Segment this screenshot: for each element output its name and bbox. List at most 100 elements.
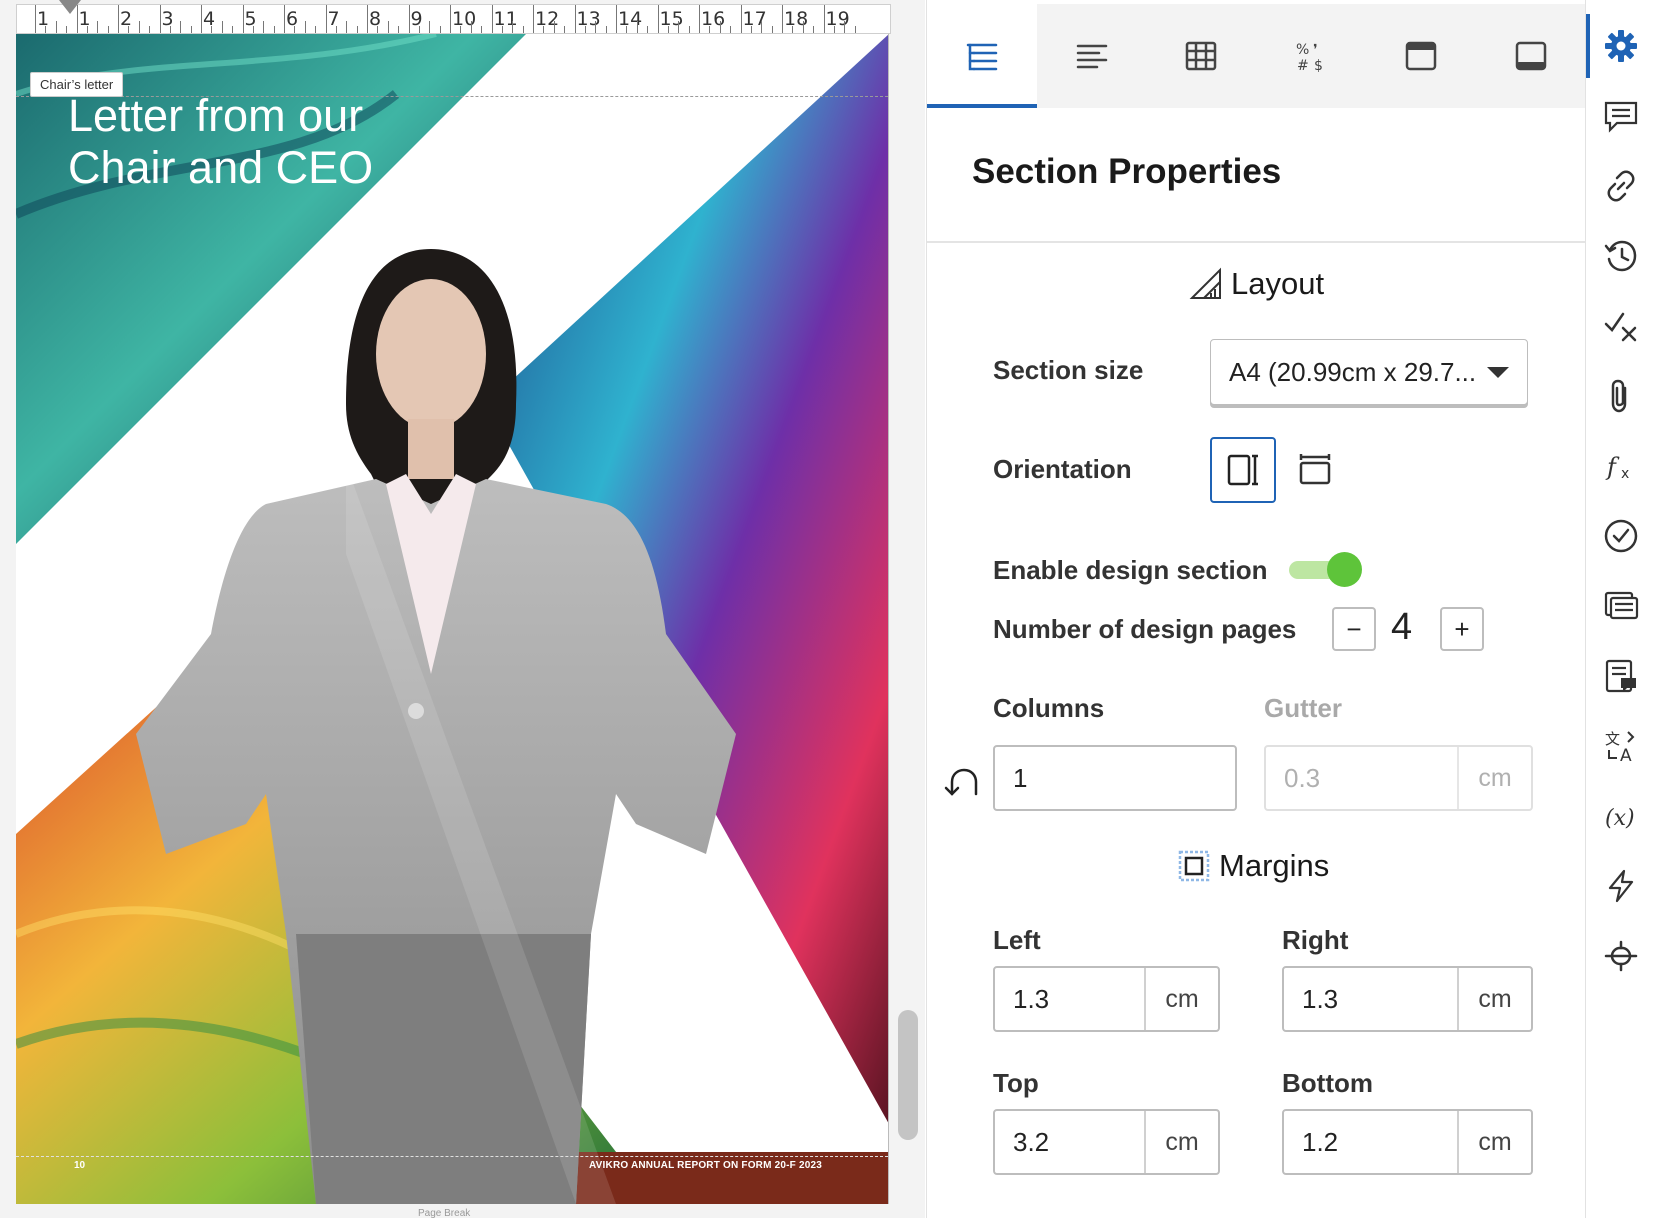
document-page[interactable]: Chair’s letter Letter from our Chair and… bbox=[16, 34, 889, 1204]
horizontal-ruler[interactable]: 1 1 2 3 4 5 6 7 8 9 10 11 12 13 14 15 16 17 18 19 bbox=[16, 4, 891, 34]
ruler-tick bbox=[481, 26, 483, 33]
rail-translate-button[interactable]: 文A bbox=[1586, 714, 1654, 778]
ruler-tick bbox=[159, 5, 161, 33]
ruler-tick bbox=[107, 26, 109, 33]
tab-header[interactable] bbox=[1366, 4, 1476, 108]
rail-comment-note-button[interactable] bbox=[1586, 644, 1654, 708]
vertical-scrollbar-thumb[interactable] bbox=[898, 1010, 918, 1140]
page-heading[interactable]: Letter from our Chair and CEO bbox=[68, 90, 428, 194]
margins-heading: Margins bbox=[1177, 848, 1329, 884]
rail-notes-button[interactable] bbox=[1586, 574, 1654, 638]
gutter-input: 0.3 cm bbox=[1264, 745, 1533, 811]
tab-number-format[interactable]: % ❜ # $ bbox=[1256, 4, 1366, 108]
orientation-portrait-button[interactable] bbox=[1210, 437, 1276, 503]
ruler-tick bbox=[201, 5, 202, 33]
ruler-tick bbox=[844, 21, 846, 33]
ruler-tick bbox=[782, 5, 783, 33]
ruler-tick bbox=[356, 26, 358, 33]
design-pages-increment-button[interactable]: + bbox=[1440, 607, 1484, 651]
chevron-down-icon bbox=[1487, 367, 1509, 378]
ruler-tick bbox=[273, 26, 275, 33]
ruler-tick bbox=[584, 26, 586, 33]
ruler-tick bbox=[418, 26, 420, 33]
check-cross-icon bbox=[1604, 312, 1636, 342]
ruler-tick bbox=[294, 26, 296, 33]
ruler-tick bbox=[325, 5, 327, 33]
tab-section-properties[interactable] bbox=[927, 4, 1037, 108]
section-size-value: A4 (20.99cm x 29.7... bbox=[1229, 356, 1477, 387]
section-size-select[interactable]: A4 (20.99cm x 29.7... bbox=[1210, 339, 1528, 405]
ruler-tick bbox=[802, 21, 804, 33]
design-section-toggle[interactable] bbox=[1289, 552, 1362, 587]
rail-settings-button[interactable] bbox=[1586, 14, 1654, 78]
link-icon bbox=[1607, 170, 1634, 202]
rail-track-changes-button[interactable] bbox=[1586, 294, 1654, 358]
ruler-number: 4 bbox=[203, 8, 216, 30]
ruler-number: 10 bbox=[452, 8, 477, 30]
rail-comments-button[interactable] bbox=[1586, 84, 1654, 148]
ruler-number: 3 bbox=[161, 8, 174, 30]
ruler-tick bbox=[750, 26, 752, 33]
rail-variables-button[interactable]: (x) bbox=[1586, 784, 1654, 848]
undo-icon[interactable] bbox=[942, 762, 982, 802]
ruler-tick bbox=[719, 21, 721, 33]
ruler-tick bbox=[533, 5, 534, 33]
history-icon bbox=[1604, 240, 1636, 272]
margin-right-input[interactable]: 1.3 cm bbox=[1282, 966, 1533, 1032]
ruler-tick bbox=[45, 26, 47, 33]
variable-icon: (x) bbox=[1605, 806, 1635, 831]
columns-input[interactable]: 1 bbox=[993, 745, 1237, 811]
rail-links-button[interactable] bbox=[1586, 154, 1654, 218]
margin-top-input[interactable]: 3.2 cm bbox=[993, 1109, 1220, 1175]
comment-note-icon bbox=[1605, 659, 1636, 693]
tab-paragraph[interactable] bbox=[1037, 4, 1147, 108]
ruler-tick bbox=[491, 5, 493, 33]
svg-text:#: # bbox=[1297, 58, 1309, 73]
ruler-tick bbox=[66, 26, 68, 33]
ruler-tick bbox=[232, 26, 234, 33]
rail-review-button[interactable] bbox=[1586, 504, 1654, 568]
ruler-tick bbox=[284, 5, 285, 33]
ruler-tick bbox=[346, 21, 348, 33]
rail-attachments-button[interactable] bbox=[1586, 364, 1654, 428]
header-icon bbox=[1405, 41, 1437, 71]
footer-boundary-line bbox=[16, 1156, 888, 1157]
ruler-tick bbox=[512, 21, 514, 33]
ruler-tick bbox=[97, 21, 99, 33]
gutter-value: 0.3 bbox=[1284, 762, 1321, 793]
layout-heading-label: Layout bbox=[1231, 266, 1325, 301]
rail-adjust-button[interactable] bbox=[1586, 924, 1654, 988]
ruler-tick bbox=[823, 5, 825, 33]
ruler-indent-marker[interactable] bbox=[59, 0, 81, 14]
ruler-tick bbox=[211, 26, 213, 33]
ruler-number: 15 bbox=[659, 8, 684, 30]
ruler-tick bbox=[263, 21, 265, 33]
ruler-tick bbox=[522, 26, 524, 33]
ruler-tick bbox=[647, 26, 649, 33]
ruler-tick bbox=[55, 21, 57, 33]
ruler-tick bbox=[626, 26, 628, 33]
page-artwork bbox=[16, 34, 888, 1204]
ruler-tick bbox=[574, 5, 576, 33]
ruler-tick bbox=[709, 26, 711, 33]
gear-icon bbox=[1604, 30, 1637, 62]
rail-automation-button[interactable] bbox=[1586, 854, 1654, 918]
footer-icon bbox=[1515, 41, 1547, 71]
tab-table[interactable] bbox=[1147, 4, 1257, 108]
ruler-tick bbox=[553, 21, 555, 33]
ruler-tick bbox=[387, 21, 389, 33]
rail-formula-button[interactable]: fx bbox=[1586, 434, 1654, 498]
orientation-landscape-button[interactable] bbox=[1282, 437, 1348, 503]
design-pages-decrement-button[interactable]: − bbox=[1332, 607, 1376, 651]
translate-icon: 文A bbox=[1605, 730, 1634, 764]
tab-footer[interactable] bbox=[1476, 4, 1586, 108]
ruler-tick bbox=[678, 21, 680, 33]
ruler-tick bbox=[367, 5, 368, 33]
margin-bottom-input[interactable]: 1.2 cm bbox=[1282, 1109, 1533, 1175]
margin-left-input[interactable]: 1.3 cm bbox=[993, 966, 1220, 1032]
rail-history-button[interactable] bbox=[1586, 224, 1654, 288]
toggle-knob bbox=[1327, 552, 1362, 587]
notes-icon bbox=[1604, 591, 1638, 620]
ruler-number: 19 bbox=[825, 8, 850, 30]
margin-top-value: 3.2 bbox=[1013, 1126, 1050, 1157]
